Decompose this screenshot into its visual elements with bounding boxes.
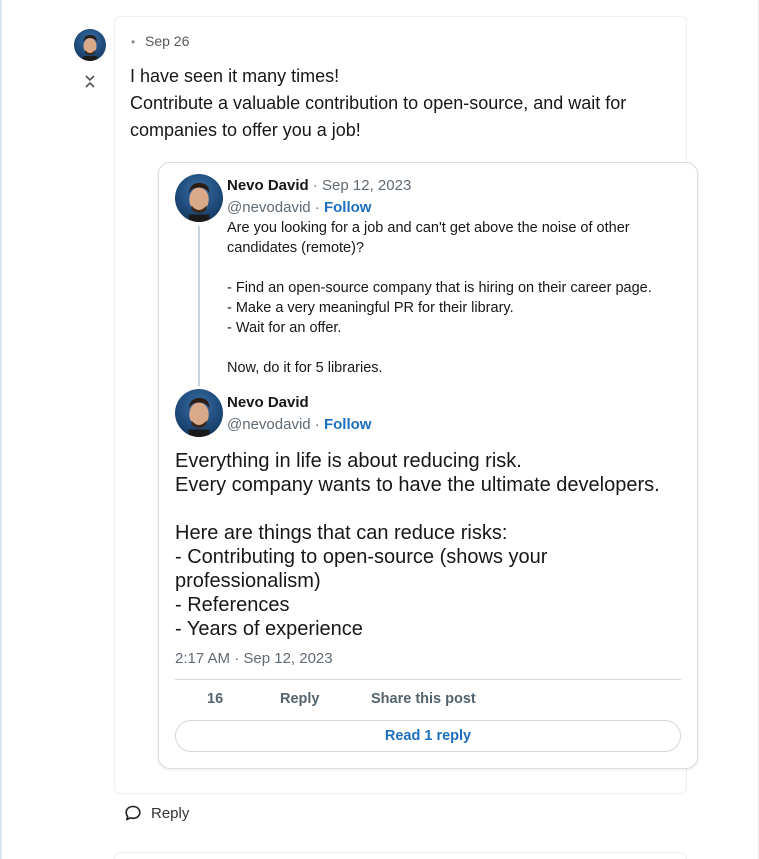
- next-comment-card: [114, 852, 687, 859]
- like-count-button[interactable]: 16: [207, 691, 223, 707]
- comment-body: I have seen it many times! Contribute a …: [130, 63, 670, 144]
- tweet1-handle[interactable]: @nevodavid: [227, 199, 311, 216]
- tweet2-author-name[interactable]: Nevo David: [227, 394, 309, 411]
- comment-reply-button[interactable]: Reply: [124, 802, 189, 824]
- tweet1-author-name[interactable]: Nevo David: [227, 177, 309, 194]
- comment-date-link[interactable]: Sep 26: [145, 33, 189, 49]
- collapse-chevrons-icon[interactable]: [83, 72, 97, 90]
- tweet1-date[interactable]: Sep 12, 2023: [322, 177, 411, 194]
- comment-reply-label: Reply: [151, 804, 190, 822]
- speech-bubble-icon: [124, 804, 142, 822]
- avatar-portrait-icon: [188, 398, 210, 437]
- tweet1-text: Are you looking for a job and can't get …: [227, 220, 652, 376]
- tweet2-follow-button[interactable]: Follow: [324, 416, 372, 433]
- tweet1-follow-button[interactable]: Follow: [324, 199, 372, 216]
- tweet1-author-avatar[interactable]: [175, 174, 223, 222]
- comment-author-avatar[interactable]: [74, 29, 106, 61]
- comment-line-2: Contribute a valuable contribution to op…: [130, 93, 627, 140]
- share-post-button[interactable]: Share this post: [371, 691, 476, 707]
- meta-separator-dot: •: [131, 35, 136, 49]
- tweet1-handle-line: @nevodavid · Follow: [227, 199, 372, 216]
- avatar-portrait-icon: [188, 183, 210, 222]
- tweet2-handle-line: @nevodavid · Follow: [227, 416, 372, 433]
- tweet-actions-divider: [175, 679, 681, 680]
- tweet2-text: Everything in life is about reducing ris…: [175, 450, 660, 640]
- avatar-portrait-icon: [83, 35, 97, 61]
- read-replies-button[interactable]: Read 1 reply: [175, 720, 681, 752]
- thread-connector-line: [198, 226, 200, 386]
- tweet2-handle[interactable]: @nevodavid: [227, 416, 311, 433]
- tweet2-author-avatar[interactable]: [175, 389, 223, 437]
- tweet2-timestamp[interactable]: 2:17 AM · Sep 12, 2023: [175, 650, 333, 667]
- tweet-reply-button[interactable]: Reply: [280, 691, 320, 707]
- comment-line-1: I have seen it many times!: [130, 66, 340, 86]
- tweet1-author-line: Nevo David · Sep 12, 2023: [227, 177, 412, 194]
